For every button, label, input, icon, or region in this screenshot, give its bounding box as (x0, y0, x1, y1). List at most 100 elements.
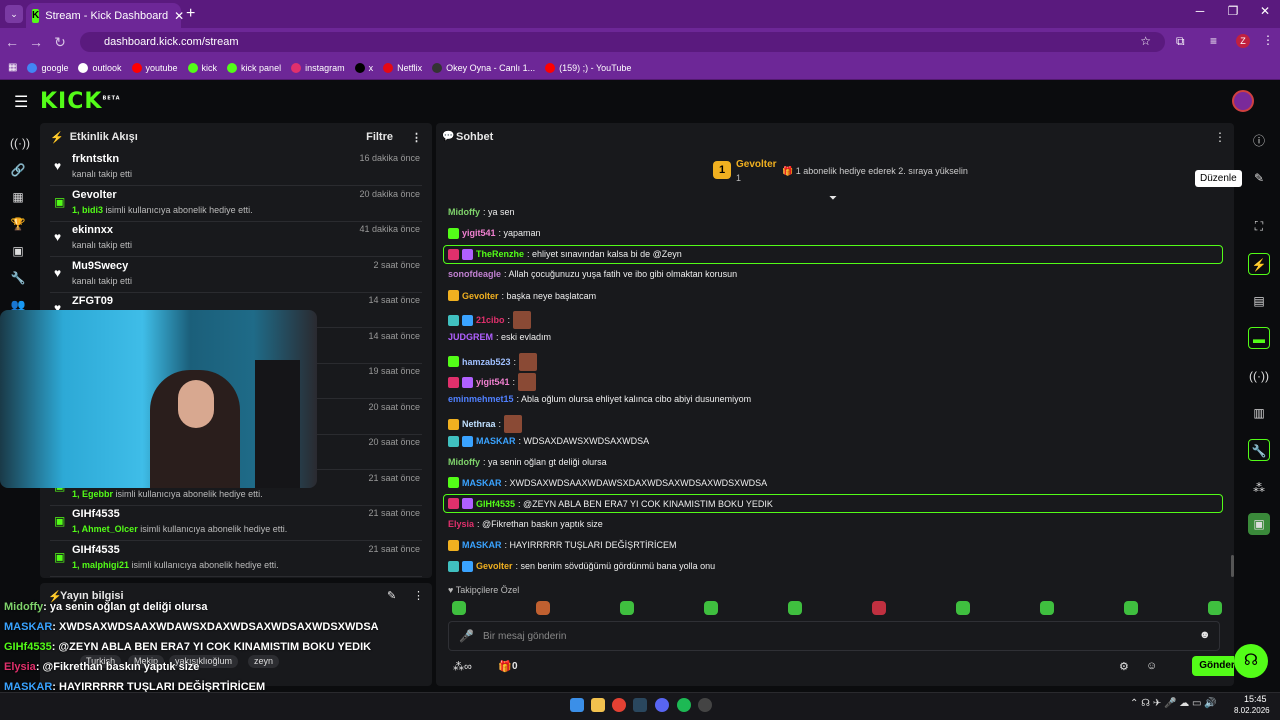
activity-user[interactable]: ekinnxx (72, 224, 113, 236)
chat-username[interactable]: Midoffy (448, 457, 480, 467)
start-icon[interactable] (570, 698, 584, 712)
chat-message[interactable]: Gevolter: sen benim sövdüğümü gördünmü b… (448, 560, 715, 572)
chat-message[interactable]: Elysia: @Fikrethan baskın yaptık size (448, 519, 603, 529)
activity-item[interactable]: ♥ Mu9Swecy kanalı takip etti 2 saat önce (50, 258, 422, 293)
chat-username[interactable]: Gevolter (476, 561, 513, 571)
chat-message[interactable]: GIHf4535: @ZEYN ABLA BEN ERA7 YI COK KIN… (448, 498, 773, 510)
mic-icon[interactable]: 🎤 (459, 629, 474, 643)
chat-username[interactable]: Elysia (448, 519, 474, 529)
top-gifter-name[interactable]: Gevolter (736, 159, 777, 170)
chat-username[interactable]: hamzab523 (462, 357, 511, 367)
tab-search-button[interactable]: ⌄ (5, 5, 23, 23)
apps-icon[interactable]: ▦ (8, 62, 17, 73)
activity-user[interactable]: GIHf4535 (72, 544, 120, 556)
bookmark-kick[interactable]: kick (187, 62, 217, 73)
activity-menu-icon[interactable]: ⋮ (411, 131, 422, 144)
chrome-icon[interactable] (612, 698, 626, 712)
tray-icons[interactable]: ⌃ ☊ ✈ 🎤 ☁ ▭ 🔊 (1130, 698, 1217, 709)
filter-button[interactable]: Filtre (366, 131, 393, 143)
tools-icon[interactable]: 🔧 (1248, 439, 1270, 461)
chat-username[interactable]: JUDGREM (448, 332, 493, 342)
bookmark-youtube[interactable]: youtube (131, 62, 178, 73)
trophy-icon[interactable]: 🏆 (10, 217, 26, 233)
document-icon[interactable]: ▤ (1248, 290, 1270, 312)
extensions-icon[interactable]: ⧉ (1176, 34, 1185, 49)
activity-item[interactable]: ♥ ekinnxx kanalı takip etti 41 dakika önce (50, 222, 422, 257)
chat-message[interactable]: hamzab523: (448, 352, 538, 371)
chat-menu-icon[interactable]: ⋮ (1214, 130, 1226, 144)
broadcast-icon[interactable]: ((·)) (1248, 365, 1270, 387)
send-button[interactable]: Gönder (1192, 656, 1234, 676)
quick-emote-icon[interactable] (536, 601, 550, 615)
edit-icon[interactable]: ✎ (1248, 167, 1270, 189)
chat-message[interactable]: yigit541: (448, 373, 537, 392)
bookmark-instagram[interactable]: instagram (291, 62, 345, 73)
menu-icon[interactable]: ⋮ (1262, 33, 1274, 47)
analytics-icon[interactable]: ▦ (10, 190, 26, 206)
chat-username[interactable]: GIHf4535 (476, 499, 515, 509)
reload-icon[interactable]: ↻ (48, 34, 72, 51)
chat-message[interactable]: Nethraa: (448, 415, 523, 433)
chat-message[interactable]: JUDGREM: eski evladım (448, 332, 551, 342)
media-icon[interactable]: ≡ (1210, 34, 1217, 48)
quick-emote-icon[interactable] (956, 601, 970, 615)
quick-emote-icon[interactable] (620, 601, 634, 615)
quick-emote-icon[interactable] (872, 601, 886, 615)
new-tab-button[interactable]: + (186, 5, 195, 23)
discord-icon[interactable] (655, 698, 669, 712)
chat-username[interactable]: yigit541 (476, 377, 510, 387)
activity-user[interactable]: ZFGT09 (72, 295, 113, 307)
bookmark-netflix[interactable]: Netflix (383, 62, 422, 73)
connections-icon[interactable]: ⁂∞ (453, 660, 472, 673)
hamburger-menu-icon[interactable]: ☰ (14, 92, 28, 112)
chat-scrollbar[interactable] (1231, 555, 1234, 577)
url-input[interactable]: dashboard.kick.com/stream ☆ (80, 32, 1165, 52)
emoji-icon[interactable]: ☻ (1199, 629, 1211, 641)
edit-pencil-icon[interactable]: ✎ (387, 589, 396, 602)
quick-emote-icon[interactable] (452, 601, 466, 615)
spotify-icon[interactable] (677, 698, 691, 712)
bookmark-star-icon[interactable]: ☆ (1140, 34, 1151, 48)
bookmark-youtube-2[interactable]: (159) ;) - YouTube (545, 62, 631, 73)
nodes-icon[interactable]: ⁂ (1248, 477, 1270, 499)
bookmark-okey[interactable]: Okey Oyna - Canlı 1... (432, 62, 535, 73)
steam-icon[interactable] (633, 698, 647, 712)
minimize-button[interactable]: ─ (1185, 4, 1215, 18)
video-icon[interactable]: ▣ (10, 244, 26, 260)
stream-icon[interactable]: ((·)) (10, 136, 30, 152)
profile-avatar[interactable]: Z (1236, 34, 1250, 48)
bolt-icon[interactable]: ⚡ (1248, 253, 1270, 275)
chat-message[interactable]: eminmehmet15: Abla oğlum olursa ehliyet … (448, 394, 751, 404)
chat-message[interactable]: Midoffy: ya sen (448, 207, 515, 217)
explorer-icon[interactable] (591, 698, 605, 712)
activity-item[interactable]: ♥ frkntstkn kanalı takip etti 16 dakika ön… (50, 151, 422, 186)
close-window-button[interactable]: ✕ (1250, 4, 1280, 18)
chat-username[interactable]: eminmehmet15 (448, 394, 514, 404)
gift-prompt[interactable]: 🎁 1 abonelik hediye ederek 2. sıraya yük… (782, 166, 968, 177)
collapse-chevron-icon[interactable]: ⏷ (829, 193, 837, 204)
bookmark-outlook[interactable]: outlook (78, 62, 122, 73)
support-headset-icon[interactable]: ☊ (1234, 644, 1268, 678)
activity-item[interactable]: ▣ Gevolter 1, bidi3 isimli kullanıcıya abo… (50, 187, 422, 222)
bookmark-google[interactable]: google (27, 62, 68, 73)
chat-username[interactable]: Midoffy (448, 207, 480, 217)
tag-chip[interactable]: zeyn (248, 655, 280, 668)
forward-icon[interactable]: → (24, 34, 48, 50)
chat-username[interactable]: MASKAR (462, 540, 502, 550)
message-input[interactable]: 🎤 Bir mesaj gönderin ☻ (448, 621, 1220, 651)
activity-user[interactable]: GIHf4535 (72, 508, 120, 520)
activity-item[interactable]: ▣ GIHf4535 1, malphigi21 isimli kullanıcıy… (50, 542, 422, 577)
chat-username[interactable]: MASKAR (462, 478, 502, 488)
chat-username[interactable]: Nethraa (462, 419, 496, 429)
activity-user[interactable]: Mu9Swecy (72, 260, 128, 272)
chat-message[interactable]: 21cibo: (448, 311, 532, 329)
kick-logo[interactable]: KICKBETA (40, 89, 121, 114)
user-avatar[interactable] (1232, 90, 1254, 112)
link-icon[interactable]: 🔗 (10, 163, 26, 179)
chat-message[interactable]: MASKAR: HAYIRRRRR TUŞLARI DEĞİŞRTİRİCEM (448, 539, 677, 551)
chat-username[interactable]: 21cibo (476, 315, 505, 325)
chat-username[interactable]: yigit541 (462, 228, 496, 238)
wrench-icon[interactable]: 🔧 (10, 271, 26, 287)
chat-username[interactable]: TheRenzhe (476, 249, 524, 259)
info-icon[interactable]: ⓘ (1248, 130, 1270, 152)
